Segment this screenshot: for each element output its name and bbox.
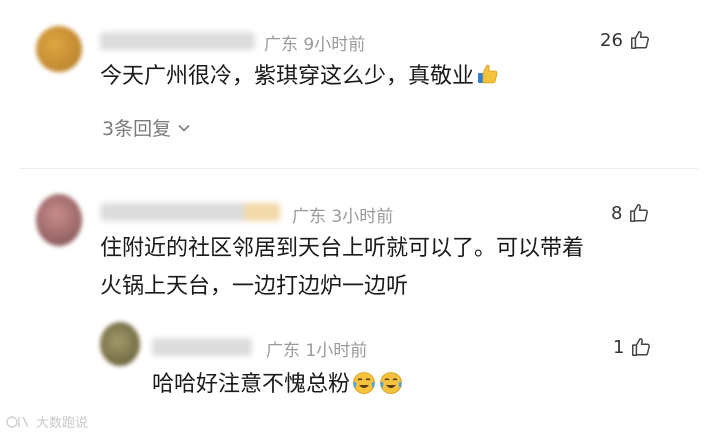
like-button[interactable]: 8: [611, 201, 650, 225]
thumbs-up-outline-icon: [632, 338, 651, 356]
thumbs-up-outline-icon: [630, 204, 649, 222]
comment-text-line-2: 火锅上天台，一边打边炉一边听: [100, 274, 409, 299]
like-button[interactable]: 26: [600, 28, 651, 52]
comment-body: 今天广州很冷，紫琪穿这么少，真敬业: [100, 64, 475, 89]
username-blurred[interactable]: [152, 338, 252, 356]
comment-text: 今天广州很冷，紫琪穿这么少，真敬业: [100, 58, 500, 96]
like-button[interactable]: 1: [613, 335, 652, 359]
thumbs-up-emoji-icon: [478, 64, 498, 84]
avatar[interactable]: [36, 194, 82, 246]
reply-body: 哈哈好注意不愧总粉: [152, 372, 351, 397]
watermark-text: 大数跑说: [36, 416, 89, 431]
thumbs-up-outline-icon: [630, 31, 649, 49]
comment-text-line-1: 住附近的社区邻居到天台上听就可以了。可以带着: [100, 236, 585, 261]
comment-time: 3小时前: [331, 207, 394, 227]
replies-label: 3条回复: [102, 118, 172, 140]
reply-location: 广东: [266, 341, 300, 361]
comment-location: 广东: [292, 207, 326, 227]
chevron-down-icon: [178, 124, 190, 132]
username-blurred[interactable]: [100, 32, 255, 50]
avatar[interactable]: [100, 322, 140, 366]
comment-meta: 广东 3小时前: [292, 202, 393, 227]
watermark-logo-icon: [6, 415, 29, 428]
view-replies-button[interactable]: 3条回复: [102, 114, 191, 141]
username-blurred[interactable]: [100, 203, 280, 221]
like-count: 1: [613, 336, 625, 358]
comment-meta: 广东 9小时前: [264, 30, 365, 55]
reply-meta: 广东 1小时前: [266, 336, 367, 361]
crying-laughing-emoji-icon: [353, 372, 402, 394]
watermark: 大数跑说: [6, 412, 88, 431]
reply-time: 1小时前: [305, 341, 368, 361]
comment-time: 9小时前: [303, 35, 366, 55]
like-count: 8: [611, 202, 623, 224]
reply-text: 哈哈好注意不愧总粉: [152, 366, 404, 404]
comment-location: 广东: [264, 35, 298, 55]
divider: [20, 168, 698, 169]
avatar[interactable]: [36, 26, 82, 72]
like-count: 26: [600, 29, 623, 51]
